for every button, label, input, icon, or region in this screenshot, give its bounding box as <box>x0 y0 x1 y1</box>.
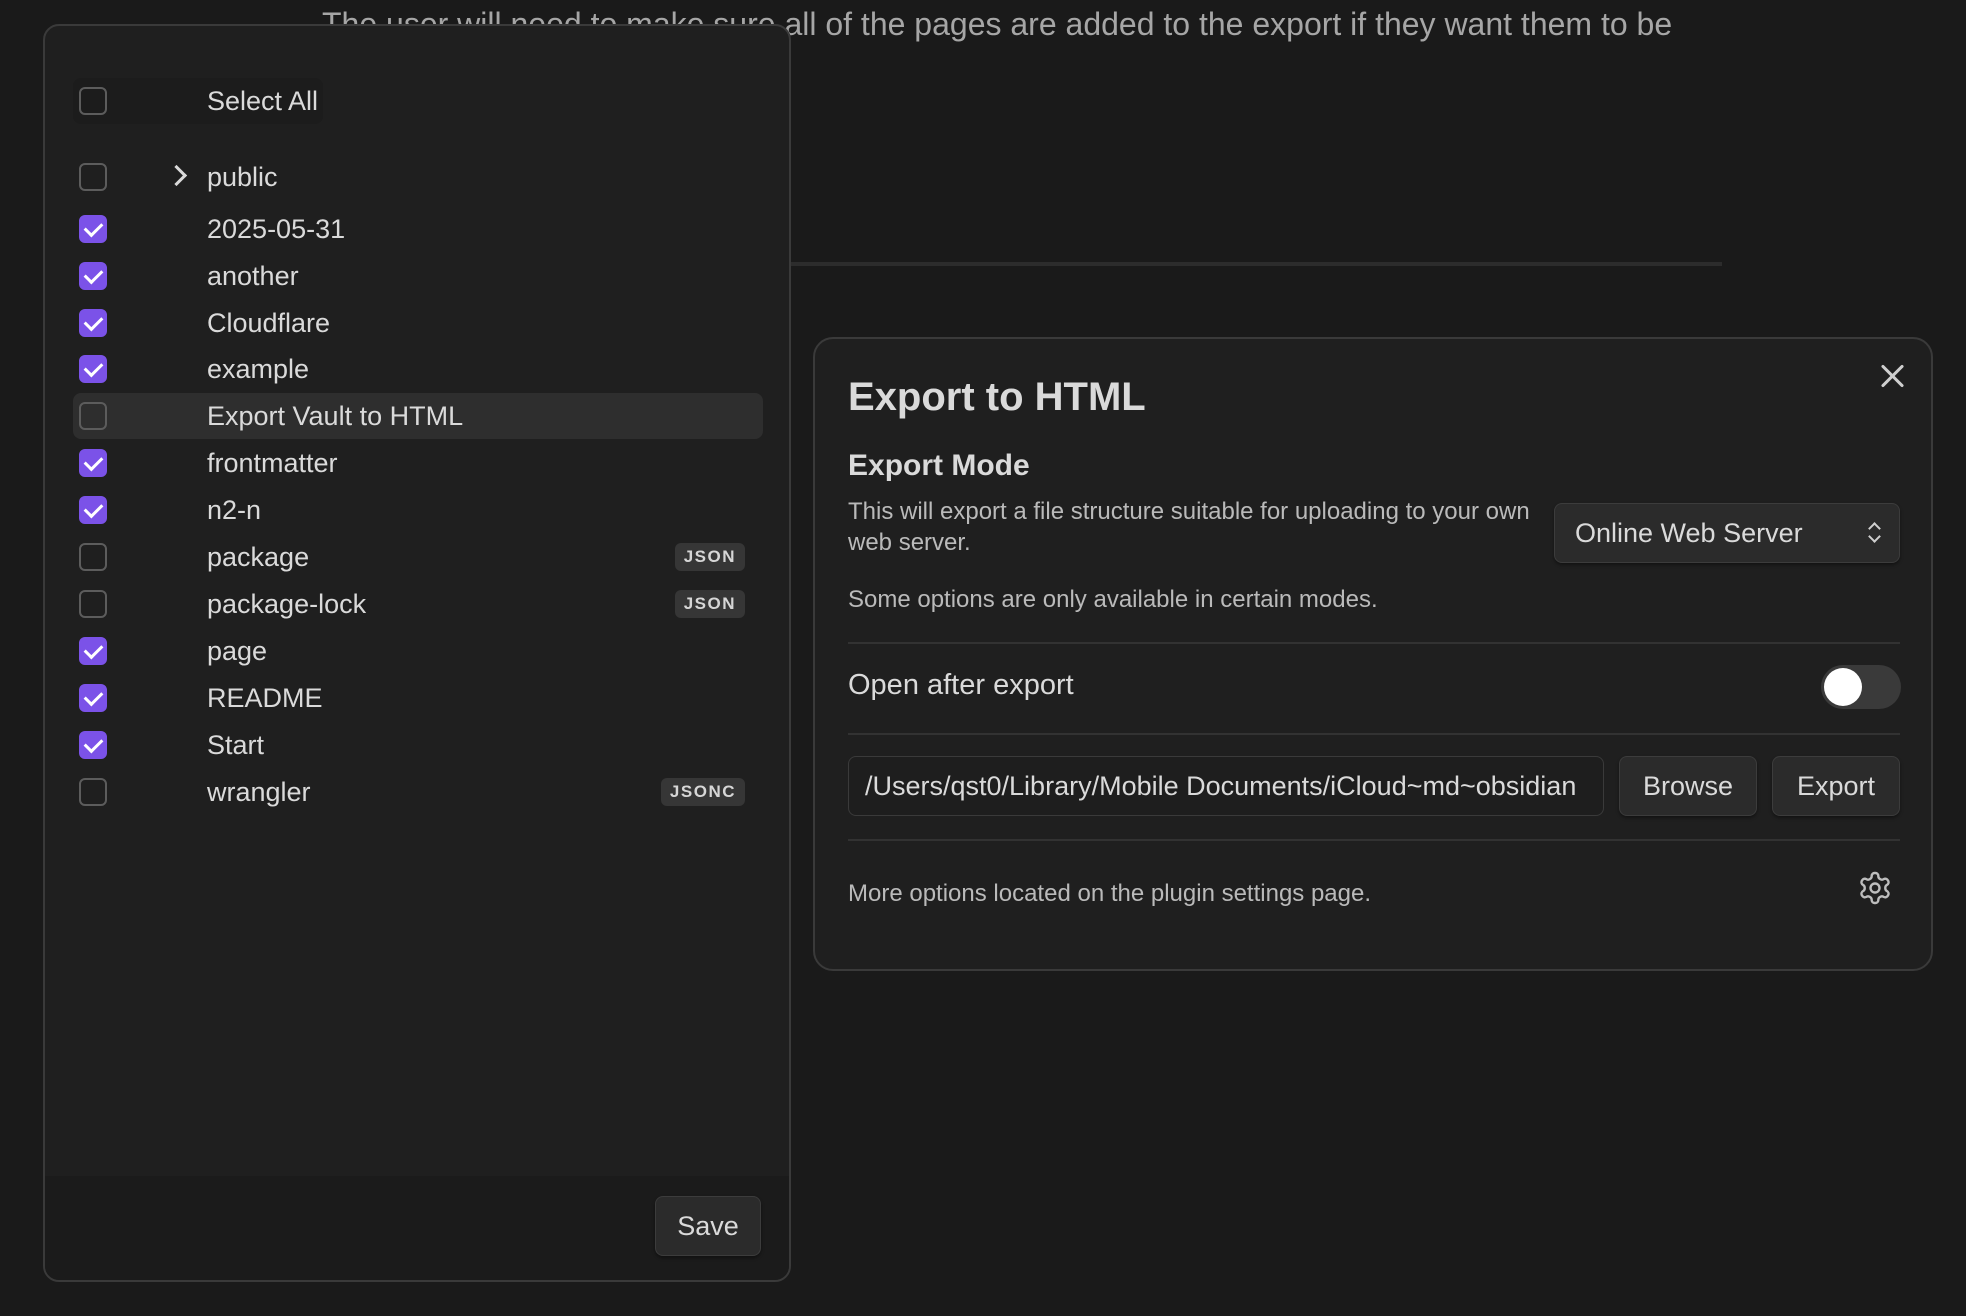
export-mode-heading: Export Mode <box>848 449 1030 482</box>
file-label: wrangler <box>207 777 311 807</box>
file-row[interactable]: README <box>73 675 763 721</box>
file-label: package <box>207 542 310 572</box>
select-all-label: Select All <box>207 86 319 116</box>
file-type-badge: JSON <box>674 543 745 571</box>
file-label: Cloudflare <box>207 308 331 338</box>
file-label: page <box>207 636 268 666</box>
divider <box>848 642 1900 644</box>
file-type-badge: JSONC <box>660 778 745 806</box>
file-type-badge: JSON <box>674 590 745 618</box>
file-row[interactable]: 2025-05-31 <box>73 206 763 252</box>
file-row[interactable]: package-lock JSON <box>73 581 763 627</box>
file-checkbox[interactable] <box>79 449 107 477</box>
modal-title: Export to HTML <box>848 375 1146 419</box>
file-checkbox[interactable] <box>79 215 107 243</box>
file-label: Export Vault to HTML <box>207 401 464 431</box>
file-checkbox[interactable] <box>79 637 107 665</box>
file-label: package-lock <box>207 589 367 619</box>
browse-button[interactable]: Browse <box>1619 756 1757 816</box>
select-all-checkbox[interactable] <box>79 87 107 115</box>
file-row[interactable]: example <box>73 346 763 392</box>
gear-icon[interactable] <box>1857 870 1893 906</box>
file-checkbox[interactable] <box>79 355 107 383</box>
file-label: another <box>207 261 299 291</box>
file-picker-footer: Save <box>45 1176 789 1280</box>
file-row[interactable]: wrangler JSONC <box>73 769 763 815</box>
file-row[interactable]: package JSON <box>73 534 763 580</box>
file-checkbox[interactable] <box>79 496 107 524</box>
file-row[interactable]: Export Vault to HTML <box>73 393 763 439</box>
file-row[interactable]: page <box>73 628 763 674</box>
file-checkbox[interactable] <box>79 262 107 290</box>
divider <box>848 839 1900 841</box>
file-label: public <box>207 162 278 192</box>
file-label: example <box>207 354 310 384</box>
export-to-html-modal: Export to HTML Export Mode This will exp… <box>813 337 1933 971</box>
file-label: README <box>207 683 323 713</box>
chevron-up-down-icon <box>1867 521 1881 545</box>
file-row[interactable]: Start <box>73 722 763 768</box>
more-options-text: More options located on the plugin setti… <box>848 880 1372 907</box>
file-checkbox[interactable] <box>79 309 107 337</box>
file-checkbox[interactable] <box>79 543 107 571</box>
file-checkbox[interactable] <box>79 684 107 712</box>
file-row[interactable]: frontmatter <box>73 440 763 486</box>
file-row[interactable]: public <box>73 154 763 200</box>
file-row[interactable]: Cloudflare <box>73 300 763 346</box>
modes-note: Some options are only available in certa… <box>848 586 1378 613</box>
save-button[interactable]: Save <box>655 1196 761 1256</box>
export-mode-select[interactable]: Online Web Server <box>1554 503 1900 563</box>
background-horizontal-rule <box>790 262 1722 266</box>
open-after-export-toggle[interactable] <box>1821 665 1901 709</box>
open-after-export-label: Open after export <box>848 669 1074 701</box>
file-checkbox[interactable] <box>79 778 107 806</box>
export-mode-select-value: Online Web Server <box>1575 518 1803 548</box>
file-label: Start <box>207 730 265 760</box>
file-checkbox[interactable] <box>79 163 107 191</box>
file-checkbox[interactable] <box>79 731 107 759</box>
export-mode-description: This will export a file structure suitab… <box>848 498 1530 556</box>
select-all-row[interactable]: Select All <box>73 78 323 124</box>
file-row[interactable]: n2-n <box>73 487 763 533</box>
file-label: n2-n <box>207 495 262 525</box>
file-label: 2025-05-31 <box>207 214 346 244</box>
file-row[interactable]: another <box>73 253 763 299</box>
file-picker-panel: Select All public 2025-05-31 another Cloudf… <box>43 24 791 1282</box>
file-checkbox[interactable] <box>79 590 107 618</box>
toggle-knob <box>1824 668 1862 706</box>
chevron-right-icon[interactable] <box>165 164 188 187</box>
file-label: frontmatter <box>207 448 338 478</box>
file-checkbox[interactable] <box>79 402 107 430</box>
export-path-input[interactable] <box>848 756 1604 816</box>
divider <box>848 733 1900 735</box>
export-button[interactable]: Export <box>1772 756 1900 816</box>
close-icon[interactable] <box>1878 361 1908 391</box>
